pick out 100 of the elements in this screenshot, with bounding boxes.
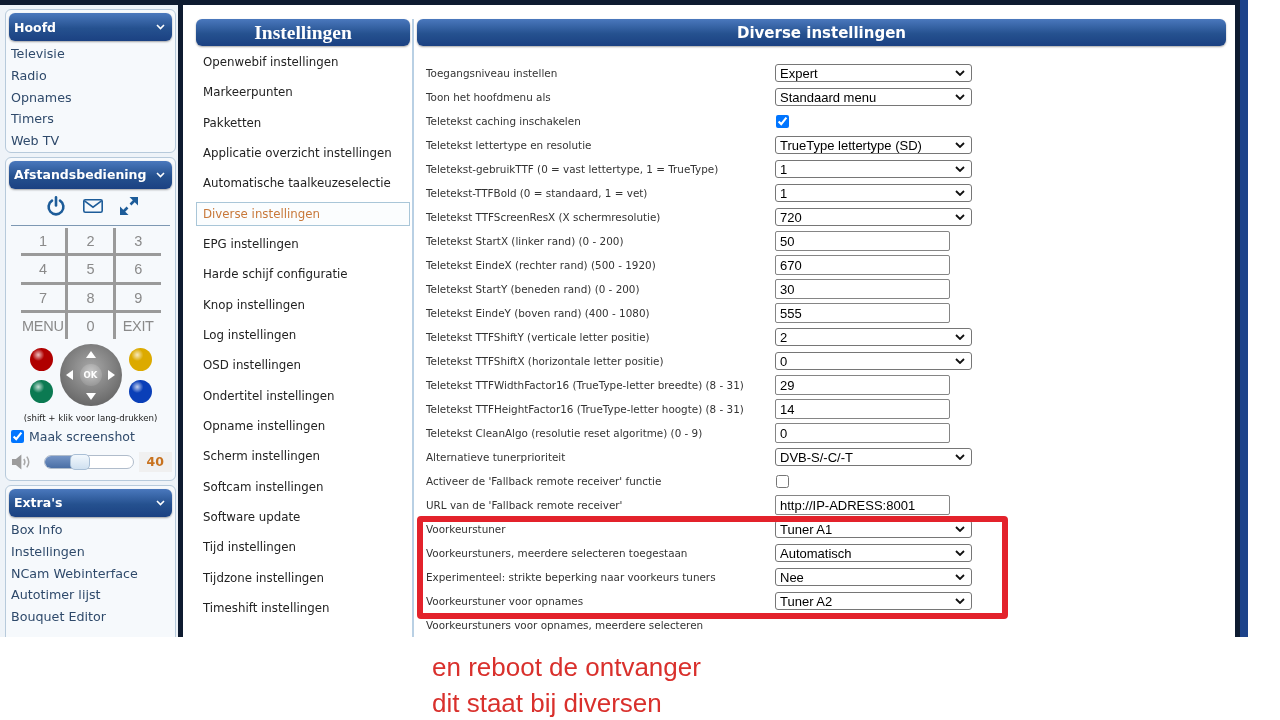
settings-menu-item[interactable]: Openwebif instellingen [196,50,410,74]
dropdown[interactable]: 720 [775,208,972,226]
settings-menu-item[interactable]: Pakketten [196,110,410,135]
nav-link[interactable]: NCam Webinterface [10,562,139,585]
setting-label: Activeer de 'Fallback remote receiver' functie [426,475,662,487]
chevron-down-icon [955,526,965,532]
setting-label: Teletekst caching inschakelen [426,115,581,127]
input-field[interactable]: 14 [775,399,950,419]
panel-header[interactable]: Hoofd [9,13,172,41]
dropdown[interactable]: 2 [775,328,972,346]
chevron-down-icon [156,24,165,30]
setting-label: URL van de 'Fallback remote receiver' [426,499,623,511]
chevron-down-icon [955,334,965,340]
dropdown[interactable]: Expert [775,64,972,82]
function-key[interactable] [29,348,53,372]
settings-menu-item[interactable]: EPG instellingen [196,231,410,256]
nav-link[interactable]: Box Info [10,519,64,541]
dropdown[interactable]: Automatisch [775,544,972,562]
input-field[interactable]: 29 [775,375,950,395]
input-field[interactable]: http://IP-ADRESS:8001 [775,495,950,515]
settings-menu-item[interactable]: Tijdzone instellingen [196,565,410,590]
chevron-down-icon [156,500,165,506]
setting-label: Toon het hoofdmenu als [426,91,551,103]
dropdown[interactable]: DVB-S/-C/-T [775,448,972,466]
function-key[interactable] [128,379,152,403]
dropdown[interactable]: 1 [775,184,972,202]
right-arrow-icon[interactable] [108,370,115,381]
panel-header[interactable]: Extra's [9,489,172,517]
panel-header[interactable]: Afstandsbediening [9,161,172,189]
settings-menu-item[interactable]: Harde schijf configuratie [196,262,410,287]
chevron-down-icon [955,574,965,580]
dropdown[interactable]: TrueType lettertype (SD) [775,136,972,154]
setting-label: Voorkeurstuner voor opnames [426,595,584,607]
setting-label: Teletekst CleanAlgo (resolutie reset algoritme) (0 - 9) [426,427,703,439]
dropdown[interactable]: Nee [775,568,972,586]
slider-thumb[interactable] [69,454,90,470]
settings-menu-item[interactable]: Knop instellingen [196,292,410,317]
settings-menu-item[interactable]: Softcam instellingen [196,474,410,499]
input-field[interactable]: 670 [775,255,950,275]
settings-menu-item[interactable]: OSD instellingen [196,353,410,378]
setting-label: Experimenteel: strikte beperking naar voorkeurs tuners [426,571,716,583]
volume-slider[interactable] [43,455,134,469]
input-field[interactable]: 555 [775,303,950,323]
checkbox-label: Maak screenshot [29,429,135,445]
section-header: Diverse instellingen [417,19,1226,46]
dropdown[interactable]: 0 [775,352,972,370]
chevron-down-icon [955,166,965,172]
power-icon[interactable] [46,196,66,216]
expand-arrows-icon[interactable] [120,197,138,215]
settings-menu-item[interactable]: Applicatie overzicht instellingen [196,141,410,165]
chevron-down-icon [955,358,965,364]
setting-label: Teletekst-gebruikTTF (0 = vast lettertype, 1 = TrueType) [426,163,719,175]
setting-label: Toegangsniveau instellen [426,67,558,79]
checkbox[interactable] [776,114,789,128]
annotation-text: dit staat bij diversen [432,687,662,720]
nav-link[interactable]: Web TV [10,130,61,152]
checkbox[interactable] [11,430,24,444]
up-arrow-icon[interactable] [85,351,96,358]
chevron-down-icon [955,70,965,76]
dropdown[interactable]: Standaard menu [775,88,972,106]
setting-label: Teletekst TTFShiftX (horizontale letter positie) [426,355,664,367]
chevron-down-icon [955,214,965,220]
setting-label: Voorkeurstuner [426,523,506,535]
settings-menu-item[interactable]: Software update [196,504,410,529]
chevron-down-icon [955,454,965,460]
setting-label: Voorkeurstuners, meerdere selecteren toegestaan [426,547,688,559]
settings-menu-item[interactable]: Timeshift instellingen [196,595,410,620]
input-field[interactable]: 30 [775,279,950,299]
dropdown[interactable]: Tuner A2 [775,592,972,610]
settings-menu-item[interactable]: Markeerpunten [196,80,410,105]
chevron-down-icon [955,94,965,100]
settings-menu-item[interactable]: Scherm instellingen [196,444,410,469]
setting-label: Teletekst TTFHeightFactor16 (TrueType-letter hoogte) (8 - 31) [426,403,744,415]
nav-link[interactable]: Radio [10,64,48,87]
setting-label: Teletekst TTFScreenResX (X schermresolutie) [426,211,661,223]
setting-label: Teletekst TTFWidthFactor16 (TrueType-letter breedte) (8 - 31) [426,379,744,391]
chevron-down-icon [955,550,965,556]
setting-label: Teletekst TTFShiftY (verticale letter positie) [426,331,650,343]
settings-menu-item[interactable]: Tijd instellingen [196,535,410,560]
setting-label: Teletekst-TTFBold (0 = standaard, 1 = vet) [426,187,648,199]
annotation-text: en reboot de ontvanger [432,651,701,684]
nav-link[interactable]: Televisie [10,43,66,65]
function-key[interactable] [29,379,53,403]
nav-link[interactable]: Timers [10,108,55,131]
settings-menu-item[interactable]: Log instellingen [196,322,410,347]
dropdown[interactable]: 1 [775,160,972,178]
nav-link[interactable]: Bouquet Editor [10,606,107,628]
input-field[interactable]: 50 [775,231,950,251]
nav-link[interactable]: Opnames [10,86,73,109]
left-arrow-icon[interactable] [66,370,73,381]
settings-menu-item[interactable]: Opname instellingen [196,413,410,438]
checkbox[interactable] [776,474,789,488]
settings-menu-item[interactable]: Ondertitel instellingen [196,383,410,408]
input-field[interactable]: 0 [775,423,950,443]
nav-link[interactable]: Autotimer lijst [10,584,102,607]
down-arrow-icon[interactable] [85,393,96,400]
nav-link[interactable]: Instellingen [10,540,86,563]
settings-menu-item[interactable]: Automatische taalkeuzeselectie [196,171,410,196]
chevron-down-icon [156,172,165,178]
envelope-icon[interactable] [83,199,103,213]
